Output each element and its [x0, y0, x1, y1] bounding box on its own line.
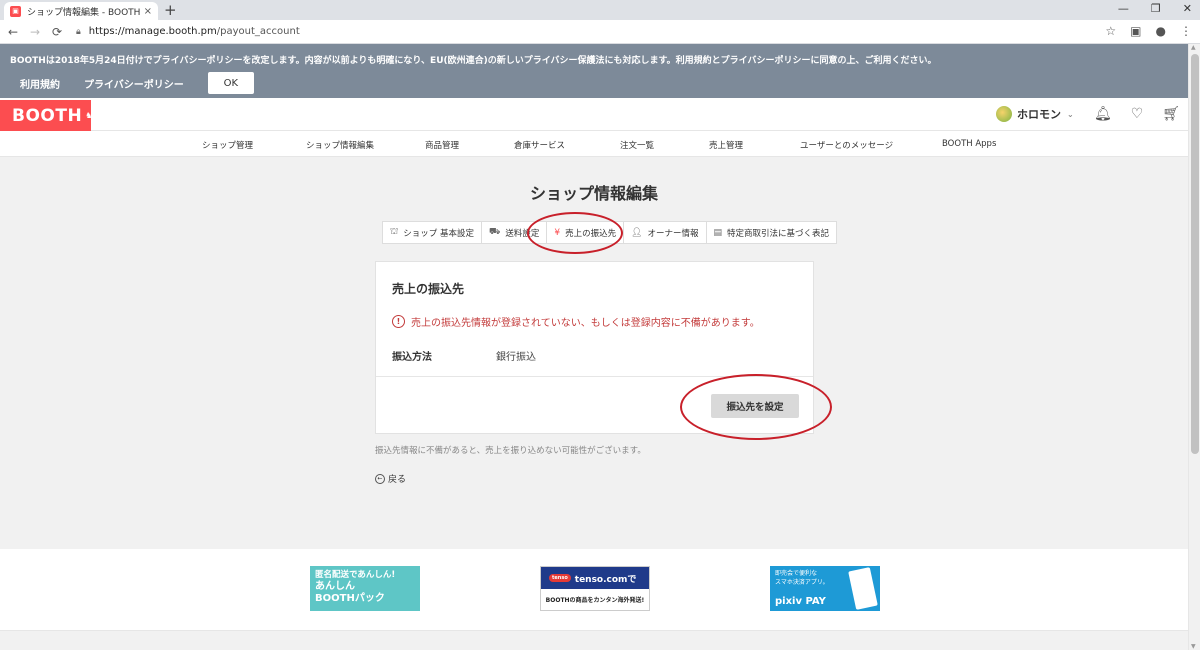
- tenso-header: tenso tenso.comで: [541, 567, 649, 589]
- close-window-icon[interactable]: ✕: [1183, 2, 1192, 15]
- card-title: 売上の振込先: [392, 282, 465, 296]
- ad-text: 匿名配送であんしん!: [315, 570, 396, 580]
- privacy-banner-links: 利用規約 プライバシーポリシー OK: [20, 72, 254, 94]
- avatar: [996, 106, 1012, 122]
- document-icon: ▤: [713, 227, 723, 238]
- yen-icon: ¥: [554, 227, 561, 238]
- reload-icon[interactable]: ⟳: [48, 25, 66, 39]
- booth-logo-text: BOOTH: [12, 105, 83, 126]
- nav-item-shop-management[interactable]: ショップ管理: [202, 139, 253, 151]
- user-name: ホロモン: [1017, 108, 1061, 121]
- tab-basic-settings[interactable]: ⛫ ショップ 基本設定: [383, 222, 482, 243]
- anshin-booth-pack-banner[interactable]: 匿名配送であんしん! あんしん BOOTHパック: [310, 566, 420, 611]
- nav-item-warehouse[interactable]: 倉庫サービス: [514, 139, 565, 151]
- window-controls: — ❐ ✕: [1118, 2, 1192, 15]
- tab-close-icon[interactable]: ×: [144, 6, 152, 17]
- new-tab-button[interactable]: +: [164, 2, 177, 18]
- tab-label: ショップ 基本設定: [403, 228, 474, 239]
- privacy-ok-button[interactable]: OK: [207, 72, 254, 94]
- minimize-icon[interactable]: —: [1118, 2, 1129, 15]
- url-path: /payout_account: [216, 26, 300, 37]
- nav-item-messages[interactable]: ユーザーとのメッセージ: [800, 139, 893, 151]
- back-label: 戻る: [388, 475, 407, 485]
- booth-favicon-icon: ▣: [10, 5, 21, 17]
- tab-owner-info[interactable]: 👤︎ オーナー情報: [624, 222, 707, 243]
- browser-toolbar-icons: ☆ ▣ ● ⋮: [1105, 24, 1192, 38]
- booth-logo[interactable]: BOOTH ♞: [0, 100, 93, 131]
- tab-title: ショップ情報編集 - BOOTH: [27, 7, 141, 18]
- back-arrow-icon[interactable]: ←: [4, 25, 22, 39]
- header-icons: 🔔︎ ♡ 🛒︎: [1094, 106, 1180, 122]
- shop-icon: ⛫: [390, 227, 399, 237]
- back-link[interactable]: ← 戻る: [375, 472, 406, 485]
- ad-text: BOOTHパック: [315, 593, 385, 604]
- truck-icon: ⛟: [488, 227, 501, 237]
- tab-label: 売上の振込先: [565, 228, 617, 239]
- bell-icon[interactable]: 🔔︎: [1094, 106, 1112, 122]
- ad-text: BOOTHの商品をカンタン海外発送!: [545, 597, 645, 604]
- browser-tab[interactable]: ▣ ショップ情報編集 - BOOTH ×: [4, 2, 158, 20]
- tenso-badge: tenso: [549, 574, 571, 582]
- tab-shipping[interactable]: ⛟ 送料設定: [482, 222, 548, 243]
- nav-item-booth-apps[interactable]: BOOTH Apps: [942, 139, 996, 149]
- user-menu[interactable]: ホロモン ⌄: [996, 106, 1074, 122]
- privacy-policy-link[interactable]: プライバシーポリシー: [84, 76, 184, 91]
- payout-card: 売上の振込先 ! 売上の振込先情報が登録されていない、もしくは登録内容に不備があ…: [375, 261, 814, 434]
- site-header: BOOTH ♞ ホロモン ⌄ 🔔︎ ♡ 🛒︎: [0, 98, 1188, 131]
- tab-label: 送料設定: [505, 228, 540, 239]
- browser-tab-strip: ▣ ショップ情報編集 - BOOTH × + — ❐ ✕: [0, 0, 1200, 20]
- nav-item-orders[interactable]: 注文一覧: [620, 139, 654, 151]
- page-scrollbar[interactable]: ▲ ▼: [1188, 44, 1200, 650]
- scroll-down-arrow-icon[interactable]: ▼: [1191, 643, 1196, 650]
- ad-text: あんしん: [315, 581, 355, 592]
- restore-icon[interactable]: ❐: [1151, 2, 1161, 15]
- url-field[interactable]: 🔒︎ https://manage.booth.pm /payout_accou…: [76, 26, 300, 37]
- privacy-banner-text: BOOTHは2018年5月24日付けでプライバシーポリシーを改定します。内容が以…: [10, 56, 937, 66]
- alert-icon: !: [392, 315, 405, 328]
- ad-text: tenso.comで: [574, 574, 637, 585]
- back-circle-arrow-icon: ←: [375, 473, 385, 484]
- manage-nav: ショップ管理 ショップ情報編集 商品管理 倉庫サービス 注文一覧 売上管理 ユー…: [0, 131, 1188, 157]
- warning-message: ! 売上の振込先情報が登録されていない、もしくは登録内容に不備があります。: [392, 314, 760, 329]
- cart-icon[interactable]: 🛒︎: [1162, 106, 1180, 122]
- extension-icon[interactable]: ▣: [1130, 24, 1141, 38]
- heart-icon[interactable]: ♡: [1131, 106, 1144, 122]
- footer-banners: 匿名配送であんしん! あんしん BOOTHパック tenso tenso.com…: [0, 549, 1188, 631]
- person-icon: 👤︎: [631, 227, 643, 238]
- url-host: https://manage.booth.pm: [88, 26, 217, 37]
- booth-logo-mark-icon: ♞: [85, 111, 93, 120]
- tenso-banner[interactable]: tenso tenso.comで BOOTHの商品をカンタン海外発送!: [540, 566, 650, 611]
- page-title: ショップ情報編集: [529, 184, 658, 203]
- warning-text: 売上の振込先情報が登録されていない、もしくは登録内容に不備があります。: [411, 318, 760, 329]
- nav-item-shop-info[interactable]: ショップ情報編集: [306, 139, 374, 151]
- payout-method-label: 振込方法: [392, 352, 432, 363]
- bookmark-star-icon[interactable]: ☆: [1105, 24, 1116, 38]
- lock-icon: 🔒︎: [76, 26, 81, 37]
- payout-method-value: 銀行振込: [496, 352, 536, 363]
- nav-item-sales[interactable]: 売上管理: [709, 139, 743, 151]
- chevron-down-icon: ⌄: [1067, 109, 1074, 119]
- privacy-banner: BOOTHは2018年5月24日付けでプライバシーポリシーを改定します。内容が以…: [0, 44, 1188, 98]
- payout-note: 振込先情報に不備があると、売上を振り込めない可能性がございます。: [375, 446, 646, 456]
- menu-dots-icon[interactable]: ⋮: [1180, 24, 1192, 38]
- set-payout-button[interactable]: 振込先を設定: [711, 394, 799, 418]
- pixiv-pay-banner[interactable]: 即売会で便利な スマホ決済アプリ。 pixiv PAY: [770, 566, 880, 611]
- terms-link[interactable]: 利用規約: [20, 76, 60, 91]
- divider: [376, 376, 813, 377]
- scroll-up-arrow-icon[interactable]: ▲: [1191, 44, 1196, 51]
- tab-label: オーナー情報: [647, 228, 699, 239]
- scrollbar-thumb[interactable]: [1191, 54, 1199, 454]
- address-bar: ← → ⟳ 🔒︎ https://manage.booth.pm /payout…: [0, 20, 1200, 44]
- profile-icon[interactable]: ●: [1156, 24, 1166, 38]
- tab-label: 特定商取引法に基づく表記: [727, 228, 830, 239]
- tab-commercial-law[interactable]: ▤ 特定商取引法に基づく表記: [707, 222, 837, 243]
- nav-item-products[interactable]: 商品管理: [425, 139, 459, 151]
- tab-payout-account[interactable]: ¥ 売上の振込先: [547, 222, 625, 243]
- settings-tabs: ⛫ ショップ 基本設定 ⛟ 送料設定 ¥ 売上の振込先 👤︎ オーナー情報 ▤ …: [382, 221, 838, 244]
- forward-arrow-icon[interactable]: →: [26, 25, 44, 39]
